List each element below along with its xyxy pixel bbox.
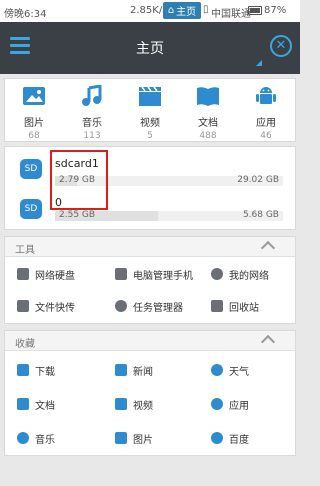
fav-label: 文档	[35, 400, 55, 412]
fav-news[interactable]: 新闻	[115, 360, 211, 380]
document-icon	[17, 398, 29, 410]
task-manager-icon	[115, 300, 127, 312]
favorites-section: 收藏 下载 新闻 天气 文档 视频 应用 音乐 图片 百度	[4, 330, 296, 456]
close-icon[interactable]: ✕	[270, 35, 292, 57]
tools-header[interactable]: 工具	[5, 237, 295, 257]
network-icon	[211, 268, 223, 280]
corner-indicator-icon	[256, 60, 262, 66]
download-icon	[17, 364, 29, 376]
category-label: 应用	[256, 118, 276, 129]
fav-videos[interactable]: 视频	[115, 394, 211, 414]
tool-label: 任务管理器	[133, 302, 183, 314]
tool-network-disk[interactable]: 网络硬盘	[17, 264, 113, 284]
fav-label: 下载	[35, 366, 55, 378]
transfer-icon	[17, 300, 29, 312]
category-count: 113	[83, 131, 101, 141]
video-icon	[115, 398, 127, 410]
storage-total: 5.68 GB	[242, 210, 279, 220]
cloud-drive-icon	[17, 268, 29, 280]
image-icon	[115, 432, 127, 444]
video-icon	[139, 86, 161, 106]
fav-weather[interactable]: 天气	[211, 360, 307, 380]
fav-label: 百度	[229, 434, 249, 446]
highlight-box	[50, 150, 108, 210]
apps-icon	[211, 398, 223, 410]
carrier-name: 中国联通	[211, 9, 251, 20]
home-icon: ⌂	[167, 5, 175, 16]
sd-card-icon: SD	[20, 159, 42, 179]
category-grid: 图片 68 音乐 113 视频 5 文档 488 应用 46	[4, 78, 296, 142]
category-apps[interactable]: 应用 46	[238, 85, 294, 141]
battery-icon	[248, 6, 262, 15]
tools-section: 工具 网络硬盘 电脑管理手机 我的网络 文件快传 任务管理器 回收站	[4, 236, 296, 324]
tool-pc-manage-phone[interactable]: 电脑管理手机	[115, 264, 211, 284]
storage-panel: SD sdcard1 2.79 GB 29.02 GB SD 0 2.55 GB…	[4, 146, 296, 230]
computer-icon	[115, 268, 127, 280]
status-time: 傍晚6:34	[4, 9, 47, 20]
storage-total: 29.02 GB	[237, 175, 279, 185]
android-icon	[256, 87, 276, 104]
image-icon	[23, 87, 45, 105]
category-label: 视频	[140, 118, 160, 129]
fav-label: 图片	[133, 434, 153, 446]
phone-icon: ▯	[203, 4, 209, 15]
category-count: 5	[147, 131, 153, 141]
status-bar: 傍晚6:34 2.85K/s ⌂ 主页 ▯ 中国联通 87%	[0, 0, 300, 22]
tool-task-manager[interactable]: 任务管理器	[115, 296, 211, 316]
category-label: 图片	[24, 118, 44, 129]
page-title: 主页	[136, 41, 164, 57]
storage-usage-bar: 2.55 GB 5.68 GB	[55, 210, 283, 221]
fav-label: 新闻	[133, 366, 153, 378]
category-music[interactable]: 音乐 113	[64, 84, 120, 141]
collapse-chevron-icon[interactable]	[260, 240, 276, 256]
section-title: 工具	[15, 245, 35, 256]
section-title: 收藏	[15, 339, 35, 350]
trash-icon	[211, 300, 223, 312]
category-count: 68	[28, 131, 40, 141]
tool-my-network[interactable]: 我的网络	[211, 264, 307, 284]
sd-card-icon: SD	[20, 199, 42, 219]
fav-music[interactable]: 音乐	[17, 428, 113, 448]
tool-label: 网络硬盘	[35, 270, 75, 282]
battery-level: 87%	[264, 5, 287, 16]
category-label: 音乐	[82, 118, 102, 129]
category-videos[interactable]: 视频 5	[122, 85, 178, 141]
title-bar: 主页 ✕	[0, 22, 300, 74]
news-icon	[115, 364, 127, 376]
fav-images[interactable]: 图片	[115, 428, 211, 448]
fav-downloads[interactable]: 下载	[17, 360, 113, 380]
category-images[interactable]: 图片 68	[6, 85, 62, 141]
category-count: 46	[260, 131, 272, 141]
category-documents[interactable]: 文档 488	[180, 85, 236, 141]
storage-used: 2.55 GB	[59, 210, 96, 220]
category-label: 文档	[198, 118, 218, 129]
category-count: 488	[199, 131, 217, 141]
tool-label: 我的网络	[229, 270, 269, 282]
fav-label: 音乐	[35, 434, 55, 446]
fav-label: 应用	[229, 400, 249, 412]
baidu-icon	[211, 432, 223, 444]
network-speed: 2.85K/s	[130, 5, 168, 16]
tool-recycle-bin[interactable]: 回收站	[211, 296, 307, 316]
fav-apps[interactable]: 应用	[211, 394, 307, 414]
music-icon	[17, 432, 29, 444]
home-indicator: ⌂ 主页	[163, 2, 201, 19]
document-icon	[197, 87, 219, 106]
fav-baidu[interactable]: 百度	[211, 428, 307, 448]
collapse-chevron-icon[interactable]	[260, 334, 276, 350]
favorites-header[interactable]: 收藏	[5, 331, 295, 351]
tool-label: 文件快传	[35, 302, 75, 314]
tool-label: 电脑管理手机	[133, 270, 193, 282]
tool-file-transfer[interactable]: 文件快传	[17, 296, 113, 316]
fav-documents[interactable]: 文档	[17, 394, 113, 414]
fav-label: 视频	[133, 400, 153, 412]
tool-label: 回收站	[229, 302, 259, 314]
music-icon	[82, 84, 102, 106]
fav-label: 天气	[229, 366, 249, 378]
weather-icon	[211, 364, 223, 376]
home-indicator-label: 主页	[176, 7, 197, 18]
